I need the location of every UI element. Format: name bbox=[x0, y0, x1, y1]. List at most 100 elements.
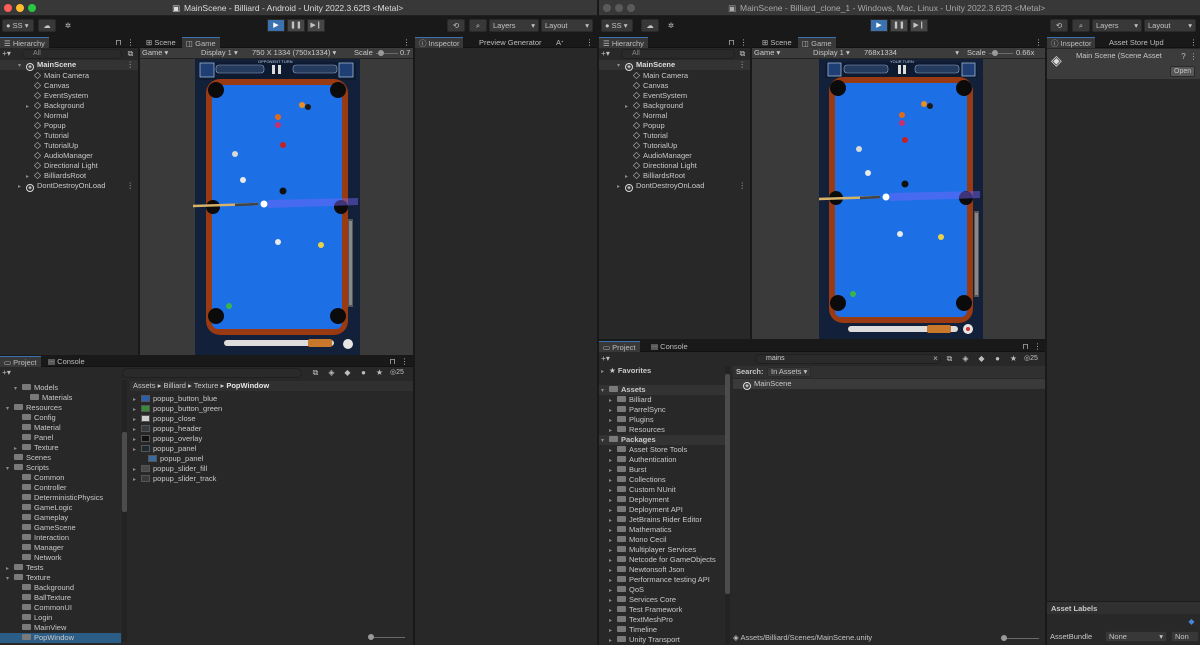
layout-dropdown[interactable]: Layout ▾ bbox=[1144, 19, 1196, 32]
package-item[interactable]: ▸ QoS bbox=[599, 585, 724, 595]
more-menu-icon[interactable]: ⋮ bbox=[585, 38, 594, 47]
services-button[interactable]: ✲ bbox=[663, 19, 679, 32]
tab-console[interactable]: ▤ Console bbox=[647, 341, 692, 352]
package-item[interactable]: ▸ Multiplayer Services bbox=[599, 545, 724, 555]
tree-scrollbar-thumb[interactable] bbox=[725, 374, 730, 594]
tab-ai[interactable]: Aᐩ bbox=[552, 37, 567, 48]
package-item[interactable]: ▸ Asset Store Tools bbox=[599, 445, 724, 455]
help-icon[interactable]: ? bbox=[1179, 52, 1188, 61]
hierarchy-item[interactable]: AudioManager bbox=[599, 151, 750, 161]
open-button[interactable]: Open bbox=[1170, 66, 1196, 77]
hidden-count[interactable]: ◎25 bbox=[390, 368, 404, 377]
tab-asset-store-updates[interactable]: Asset Store Upd bbox=[1105, 37, 1168, 48]
folder-tree-item[interactable]: ▾ Texture bbox=[0, 573, 121, 583]
assetbundle-variant-dropdown[interactable]: Non bbox=[1171, 631, 1199, 642]
folder-tree-item[interactable]: ▾ Resources bbox=[0, 403, 121, 413]
tab-inspector[interactable]: ⓘ Inspector bbox=[1047, 37, 1096, 48]
package-item[interactable]: ▸ Authentication bbox=[599, 455, 724, 465]
folder-tree-item[interactable]: Materials bbox=[0, 393, 121, 403]
minimize-window-button[interactable] bbox=[615, 4, 623, 12]
more-menu-icon[interactable]: ⋮ bbox=[402, 38, 411, 47]
add-icon[interactable]: +▾ bbox=[2, 368, 11, 377]
hierarchy-item[interactable]: ▸ Background bbox=[0, 101, 138, 111]
display-dropdown[interactable]: Display 1 ▾ bbox=[201, 48, 238, 58]
asset-file-item[interactable]: ▸ popup_panel bbox=[130, 444, 413, 454]
more-menu-icon[interactable]: ⋮ bbox=[1033, 342, 1042, 351]
filter-icon[interactable]: ⧉ bbox=[738, 49, 747, 58]
folder-tree-item[interactable]: Scenes bbox=[0, 453, 121, 463]
add-icon[interactable]: +▾ bbox=[2, 49, 11, 58]
package-item[interactable]: ▸ Deployment bbox=[599, 495, 724, 505]
tag-icon[interactable]: ◆ bbox=[977, 354, 986, 363]
scene-root-row[interactable]: ▾ ◈ MainScene ⋮ bbox=[0, 60, 138, 71]
dont-destroy-more-icon[interactable]: ⋮ bbox=[739, 181, 747, 191]
clear-search-icon[interactable]: × bbox=[931, 354, 940, 363]
hierarchy-item[interactable]: TutorialUp bbox=[0, 141, 138, 151]
tab-scene[interactable]: ⊞ Scene bbox=[758, 37, 796, 48]
hierarchy-item[interactable]: AudioManager bbox=[0, 151, 138, 161]
hierarchy-item[interactable]: TutorialUp bbox=[599, 141, 750, 151]
search-by-type-icon[interactable]: ⧉ bbox=[945, 354, 954, 363]
package-item[interactable]: ▸ Performance testing API bbox=[599, 575, 724, 585]
breadcrumb-assets[interactable]: Assets bbox=[133, 381, 156, 390]
display-dropdown[interactable]: Display 1 ▾ bbox=[813, 48, 850, 58]
folder-tree-item[interactable]: Config bbox=[0, 413, 121, 423]
folder-tree-item[interactable]: DeterministicPhysics bbox=[0, 493, 121, 503]
add-icon[interactable]: +▾ bbox=[601, 49, 610, 58]
tree-scrollbar[interactable] bbox=[725, 366, 730, 644]
play-button[interactable]: ▶ bbox=[870, 19, 888, 32]
hierarchy-item[interactable]: ▸ Background bbox=[599, 101, 750, 111]
assets-folder-item[interactable]: ▸ Plugins bbox=[599, 415, 724, 425]
dont-destroy-row[interactable]: ▸ ◈ DontDestroyOnLoad ⋮ bbox=[599, 181, 750, 192]
favorites-row[interactable]: ▸ ★ Favorites bbox=[599, 366, 729, 376]
folder-tree-item[interactable]: CommonUI bbox=[0, 603, 121, 613]
game-dropdown[interactable]: Game ▾ bbox=[142, 48, 168, 58]
tab-hierarchy[interactable]: ☰ Hierarchy bbox=[0, 37, 49, 48]
assets-folder-item[interactable]: ▸ Billiard bbox=[599, 395, 724, 405]
folder-tree-item[interactable]: Material bbox=[0, 423, 121, 433]
package-item[interactable]: ▸ Test Framework bbox=[599, 605, 724, 615]
folder-tree-item[interactable]: ▾ Scripts bbox=[0, 463, 121, 473]
hierarchy-item[interactable]: Main Camera bbox=[0, 71, 138, 81]
assetbundle-dropdown[interactable]: None ▾ bbox=[1105, 631, 1167, 642]
dont-destroy-row[interactable]: ▸ ◈ DontDestroyOnLoad ⋮ bbox=[0, 181, 138, 192]
asset-file-item[interactable]: ▸ popup_slider_track bbox=[130, 474, 413, 484]
tag-icon[interactable]: ◆ bbox=[1187, 617, 1196, 626]
asset-file-item[interactable]: ▸ popup_overlay bbox=[130, 434, 413, 444]
project-search-input[interactable]: mains bbox=[755, 354, 941, 364]
scene-more-icon[interactable]: ⋮ bbox=[739, 60, 747, 70]
hidden-count[interactable]: ◎25 bbox=[1024, 354, 1038, 363]
account-dropdown[interactable]: ● SS ▾ bbox=[2, 19, 34, 32]
zoom-slider-track[interactable] bbox=[370, 637, 405, 638]
cloud-button[interactable]: ☁ bbox=[38, 19, 56, 32]
hierarchy-item[interactable]: ▸ BilliardsRoot bbox=[0, 171, 138, 181]
scene-more-icon[interactable]: ⋮ bbox=[127, 60, 135, 70]
asset-file-item[interactable]: ▸ popup_header bbox=[130, 424, 413, 434]
close-window-button[interactable] bbox=[4, 4, 12, 12]
layers-dropdown[interactable]: Layers ▾ bbox=[489, 19, 539, 32]
hierarchy-item[interactable]: EventSystem bbox=[599, 91, 750, 101]
step-button[interactable]: ▶❙ bbox=[307, 19, 325, 32]
dont-destroy-more-icon[interactable]: ⋮ bbox=[127, 181, 135, 191]
folder-tree-item[interactable]: MainView bbox=[0, 623, 121, 633]
scene-root-row[interactable]: ▾ ◈ MainScene ⋮ bbox=[599, 60, 750, 71]
folder-tree-item[interactable]: ▸ Tests bbox=[0, 563, 121, 573]
tab-project[interactable]: ▭ Project bbox=[599, 341, 640, 352]
package-item[interactable]: ▸ Deployment API bbox=[599, 505, 724, 515]
more-menu-icon[interactable]: ⋮ bbox=[400, 357, 409, 366]
resolution-dropdown[interactable]: 768x1334 ▾ bbox=[864, 48, 959, 58]
folder-tree-item[interactable]: ▾ Models bbox=[0, 383, 121, 393]
folder-tree-item[interactable]: Gameplay bbox=[0, 513, 121, 523]
asset-file-item[interactable]: ▸ popup_close bbox=[130, 414, 413, 424]
package-item[interactable]: ▸ Burst bbox=[599, 465, 724, 475]
tag-icon[interactable]: ◆ bbox=[343, 368, 352, 377]
folder-tree-item[interactable]: GameScene bbox=[0, 523, 121, 533]
tab-project[interactable]: ▭ Project bbox=[0, 356, 41, 367]
favorite-star-icon[interactable]: ★ bbox=[375, 368, 384, 377]
hierarchy-item[interactable]: Normal bbox=[0, 111, 138, 121]
zoom-slider-handle[interactable] bbox=[368, 634, 374, 640]
close-window-button[interactable] bbox=[603, 4, 611, 12]
pause-button[interactable]: ❚❚ bbox=[287, 19, 305, 32]
more-menu-icon[interactable]: ⋮ bbox=[126, 38, 135, 47]
hierarchy-item[interactable]: Canvas bbox=[0, 81, 138, 91]
